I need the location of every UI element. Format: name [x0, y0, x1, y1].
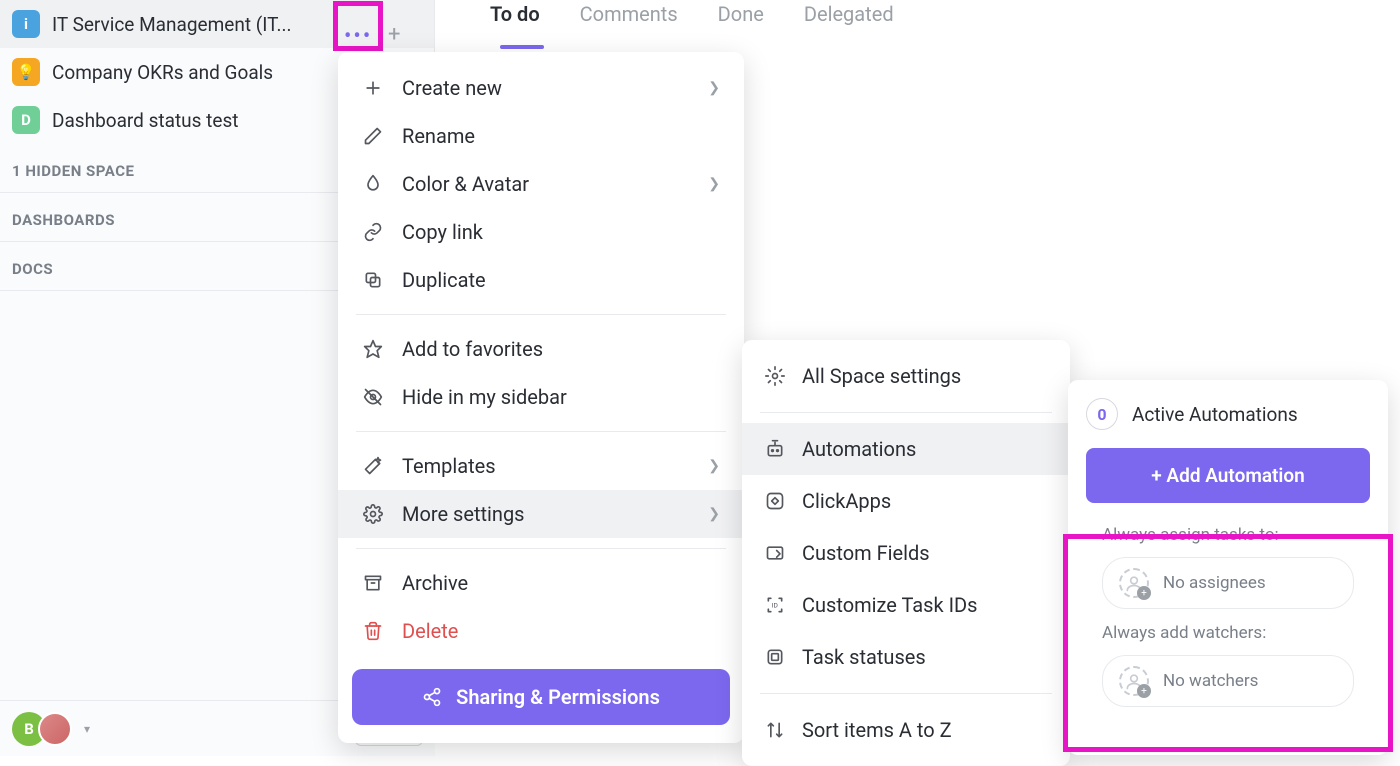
submenu-custom-fields[interactable]: Custom Fields	[742, 527, 1070, 579]
id-icon: ID	[764, 595, 786, 615]
chevron-right-icon: ❯	[708, 506, 720, 522]
space-context-menu: Create new ❯ Rename Color & Avatar ❯ Cop…	[338, 52, 744, 743]
trash-icon	[362, 621, 384, 641]
chevron-down-icon[interactable]: ▾	[84, 722, 90, 736]
menu-separator	[760, 412, 1052, 413]
tab-todo[interactable]: To do	[490, 2, 540, 40]
space-icon: D	[12, 106, 40, 134]
tab-comments[interactable]: Comments	[580, 2, 678, 40]
menu-templates[interactable]: Templates ❯	[338, 442, 744, 490]
gear-icon	[764, 366, 786, 386]
menu-separator	[356, 548, 726, 549]
menu-separator	[760, 693, 1052, 694]
watchers-pill[interactable]: + No watchers	[1102, 655, 1354, 707]
submenu-customize-ids[interactable]: ID Customize Task IDs	[742, 579, 1070, 631]
add-button[interactable]: +	[388, 22, 400, 47]
add-watcher-icon: +	[1119, 666, 1149, 696]
menu-duplicate[interactable]: Duplicate	[338, 256, 744, 304]
tab-underline	[500, 45, 544, 49]
tab-done[interactable]: Done	[718, 2, 764, 40]
active-automations-row: 0 Active Automations	[1086, 398, 1370, 430]
menu-add-favorites[interactable]: Add to favorites	[338, 325, 744, 373]
chevron-right-icon: ❯	[708, 176, 720, 192]
sharing-permissions-button[interactable]: Sharing & Permissions	[352, 669, 730, 725]
menu-more-settings[interactable]: More settings ❯	[338, 490, 744, 538]
menu-separator	[356, 314, 726, 315]
submenu-clickapps[interactable]: ClickApps	[742, 475, 1070, 527]
assignees-pill[interactable]: + No assignees	[1102, 557, 1354, 609]
menu-delete[interactable]: Delete	[338, 607, 744, 655]
always-assign-label: Always assign tasks to:	[1102, 525, 1354, 545]
copy-icon	[362, 270, 384, 290]
archive-icon	[362, 573, 384, 593]
tabs: To do Comments Done Delegated	[490, 2, 894, 40]
submenu-automations[interactable]: Automations	[742, 423, 1070, 475]
more-button-highlight	[333, 1, 383, 51]
plus-icon	[362, 78, 384, 98]
robot-icon	[764, 439, 786, 459]
status-icon	[764, 647, 786, 667]
tab-delegated[interactable]: Delegated	[804, 2, 894, 40]
automations-panel: 0 Active Automations + Add Automation Al…	[1068, 380, 1388, 755]
gear-icon	[362, 504, 384, 524]
apps-icon	[764, 491, 786, 511]
add-automation-button[interactable]: + Add Automation	[1086, 448, 1370, 503]
space-icon: i	[12, 10, 40, 38]
assignees-text: No assignees	[1163, 573, 1266, 593]
svg-text:ID: ID	[772, 602, 778, 610]
submenu-task-statuses[interactable]: Task statuses	[742, 631, 1070, 683]
chevron-right-icon: ❯	[708, 80, 720, 96]
pencil-icon	[362, 126, 384, 146]
wand-icon	[362, 456, 384, 476]
watchers-text: No watchers	[1163, 671, 1258, 691]
menu-hide-sidebar[interactable]: Hide in my sidebar	[338, 373, 744, 421]
sort-icon	[764, 720, 786, 740]
more-settings-submenu: All Space settings Automations ClickApps…	[742, 340, 1070, 766]
menu-separator	[356, 431, 726, 432]
avatar-photo[interactable]	[38, 712, 72, 746]
active-automations-label: Active Automations	[1132, 403, 1298, 426]
submenu-sort[interactable]: Sort items A to Z	[742, 704, 1070, 756]
droplet-icon	[362, 174, 384, 194]
menu-create-new[interactable]: Create new ❯	[338, 64, 744, 112]
eye-off-icon	[362, 387, 384, 407]
link-icon	[362, 222, 384, 242]
menu-rename[interactable]: Rename	[338, 112, 744, 160]
space-icon: 💡	[12, 58, 40, 86]
add-assignee-icon: +	[1119, 568, 1149, 598]
edit-icon	[764, 543, 786, 563]
submenu-all-settings[interactable]: All Space settings	[742, 350, 1070, 402]
always-watchers-label: Always add watchers:	[1102, 623, 1354, 643]
chevron-right-icon: ❯	[708, 458, 720, 474]
automation-count-badge: 0	[1086, 398, 1118, 430]
menu-color-avatar[interactable]: Color & Avatar ❯	[338, 160, 744, 208]
menu-archive[interactable]: Archive	[338, 559, 744, 607]
menu-copy-link[interactable]: Copy link	[338, 208, 744, 256]
star-icon	[362, 339, 384, 359]
